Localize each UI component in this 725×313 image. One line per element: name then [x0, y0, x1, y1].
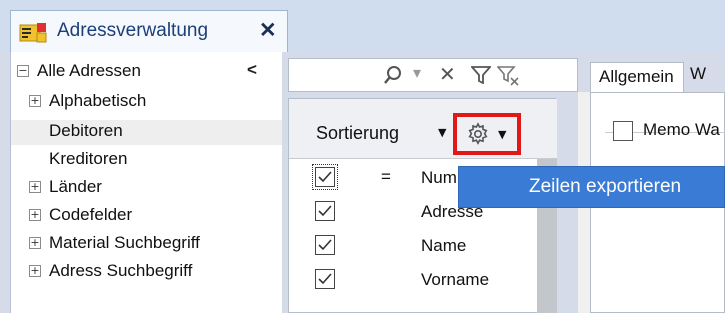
chevron-down-icon: ▼ [498, 128, 507, 141]
gear-menu-button[interactable]: ▼ [453, 113, 521, 155]
gear-icon [468, 122, 488, 145]
tree-item-label: Debitoren [49, 121, 123, 140]
tab-adressverwaltung[interactable]: Adressverwaltung ✕ [10, 10, 288, 52]
clear-icon[interactable]: ✕ [439, 62, 456, 86]
close-icon[interactable]: ✕ [259, 18, 277, 43]
tab-next[interactable]: W [684, 62, 725, 92]
tab-title: Adressverwaltung [57, 20, 209, 41]
expand-icon[interactable]: + [29, 209, 41, 221]
tree-item-laender[interactable]: + Länder [11, 176, 283, 201]
field-name: Name [421, 236, 467, 255]
tree-item-label: Material Suchbegriff [49, 233, 200, 252]
search-toolbar[interactable]: ▾ ✕ [288, 58, 578, 92]
table-row[interactable]: Vorname [289, 263, 537, 297]
menu-item-zeilen-exportieren[interactable]: Zeilen exportieren [529, 176, 681, 198]
expand-icon[interactable]: + [29, 237, 41, 249]
address-tree: − Alle Adressen < + Alphabetisch Debitor… [10, 52, 283, 313]
filter-icon[interactable] [471, 66, 491, 84]
collapse-icon[interactable]: − [17, 65, 29, 77]
tree-item-adress-suchbegriff[interactable]: + Adress Suchbegriff [11, 260, 283, 285]
table-row[interactable]: Name [289, 229, 537, 263]
document-tab-strip: Adressverwaltung ✕ [0, 0, 725, 52]
expand-icon[interactable]: + [29, 181, 41, 193]
search-icon[interactable] [383, 65, 403, 85]
tab-allgemein[interactable]: Allgemein [590, 62, 684, 92]
tree-item-kreditoren[interactable]: Kreditoren [11, 148, 283, 173]
field-name: Vorname [421, 270, 490, 289]
tree-item-label: Alle Adressen [37, 61, 141, 80]
sort-header: Sortierung ▼ ▼ [289, 99, 557, 159]
tree-item-debitoren[interactable]: Debitoren [11, 120, 283, 145]
checkmark-icon [318, 273, 332, 285]
tree-item-label: Codefelder [49, 205, 133, 224]
checkmark-icon [318, 205, 332, 217]
expand-icon[interactable]: + [29, 265, 41, 277]
sort-dropdown[interactable]: Sortierung [316, 123, 399, 144]
memo-label: Memo Wa [643, 120, 720, 139]
tree-item-alphabetisch[interactable]: + Alphabetisch [11, 90, 283, 115]
expand-icon[interactable]: + [29, 95, 41, 107]
checkmark-icon [318, 239, 332, 251]
address-book-icon [19, 23, 47, 43]
tree-item-alle-adressen[interactable]: − Alle Adressen < [11, 60, 283, 85]
chevron-down-icon[interactable]: ▼ [438, 126, 446, 139]
row-checkbox[interactable] [312, 164, 338, 190]
tree-item-label: Kreditoren [49, 149, 128, 168]
detail-tab-strip: Allgemein W [578, 52, 725, 92]
gear-dropdown-menu: Zeilen exportieren [458, 166, 725, 208]
tree-item-label: Adress Suchbegriff [49, 261, 193, 280]
row-checkbox[interactable] [315, 235, 335, 255]
tree-item-label: Alphabetisch [49, 91, 147, 110]
sort-operator: = [381, 167, 391, 186]
tree-item-codefelder[interactable]: + Codefelder [11, 204, 283, 229]
checkmark-icon [318, 171, 332, 183]
memo-checkbox[interactable] [613, 121, 633, 141]
field-name: Num [421, 168, 457, 187]
row-checkbox[interactable] [315, 201, 335, 221]
clear-filter-icon[interactable] [497, 66, 521, 86]
tree-item-label: Länder [49, 177, 102, 196]
dropdown-icon[interactable]: ▾ [413, 63, 421, 82]
row-checkbox[interactable] [315, 269, 335, 289]
collapse-panel-button[interactable]: < [247, 60, 257, 80]
tree-item-material-suchbegriff[interactable]: + Material Suchbegriff [11, 232, 283, 257]
